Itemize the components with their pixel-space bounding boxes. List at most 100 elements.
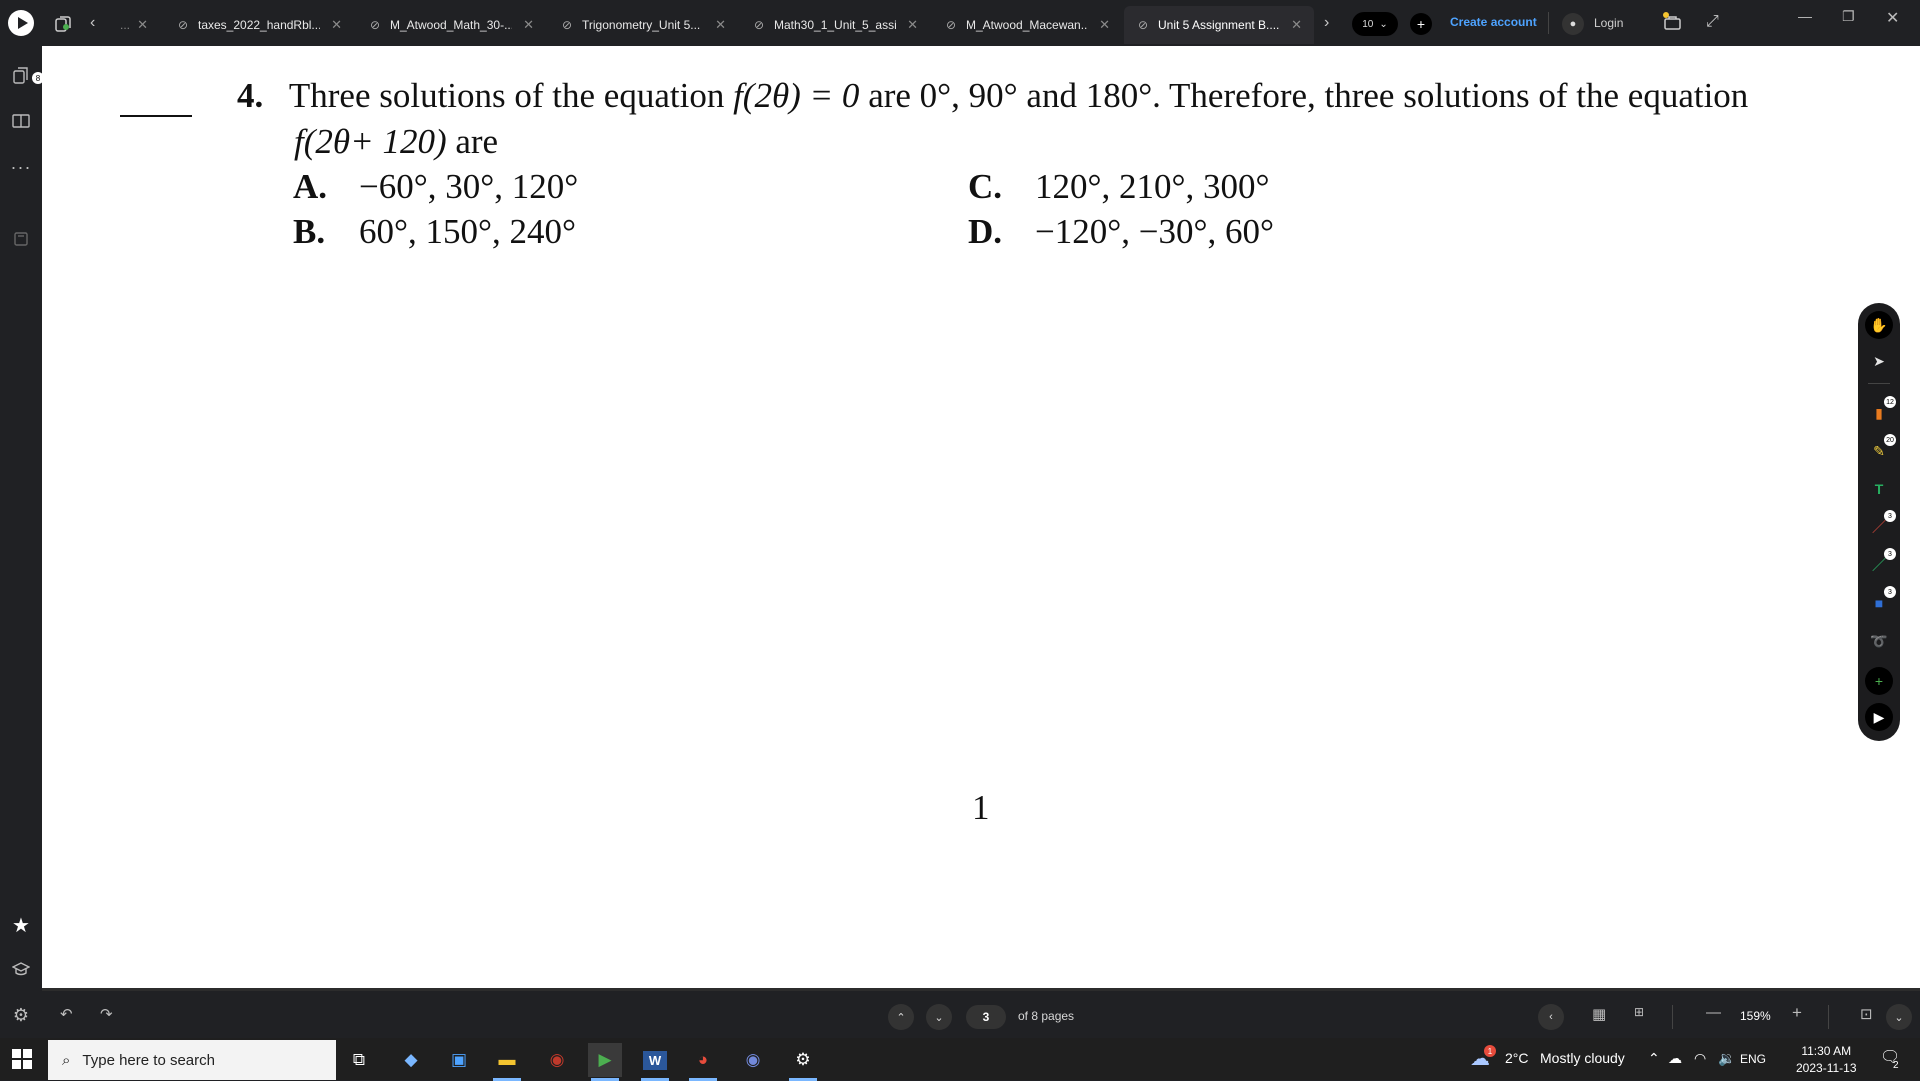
- star-icon[interactable]: ★: [8, 912, 34, 938]
- text-tool-icon[interactable]: T: [1865, 475, 1893, 503]
- close-icon[interactable]: ✕: [907, 17, 918, 33]
- tab-scroll-left-icon[interactable]: ‹: [90, 14, 95, 32]
- restore-icon[interactable]: ❐: [1842, 8, 1855, 25]
- option-d-letter: D.: [968, 212, 1003, 251]
- system-clock[interactable]: 11:30 AM 2023-11-13: [1796, 1043, 1857, 1077]
- tray-chevron-up-icon[interactable]: ⌃: [1648, 1050, 1660, 1067]
- task-view-icon[interactable]: ⧉: [342, 1043, 376, 1077]
- more-icon[interactable]: ···: [8, 154, 34, 180]
- login-link[interactable]: Login: [1594, 16, 1623, 30]
- expand-icon[interactable]: ⤢: [1706, 13, 1719, 31]
- hand-tool-icon[interactable]: ✋: [1865, 311, 1893, 339]
- weather-description[interactable]: Mostly cloudy: [1540, 1050, 1625, 1066]
- tab-overflow[interactable]: ... ✕: [108, 6, 160, 44]
- onedrive-icon[interactable]: ☁: [1668, 1050, 1682, 1067]
- zoom-out-icon[interactable]: —: [1706, 1004, 1721, 1021]
- next-page-button[interactable]: ⌄: [926, 1004, 952, 1030]
- toolbar-divider: [1868, 383, 1890, 384]
- discord-icon[interactable]: ◉: [736, 1043, 770, 1077]
- app-logo-icon[interactable]: [8, 10, 34, 36]
- new-tab-button[interactable]: +: [1410, 13, 1432, 35]
- tab-math30-unit5[interactable]: ⊘ Math30_1_Unit_5_assi... ✕: [740, 6, 930, 44]
- settings-app-icon[interactable]: ⚙: [786, 1043, 820, 1081]
- tab-label: taxes_2022_handRbl...: [198, 18, 320, 32]
- pages-icon[interactable]: 8: [8, 62, 44, 88]
- volume-icon[interactable]: 🔉: [1718, 1050, 1735, 1067]
- tab-bar: ‹ ... ✕ ⊘ taxes_2022_handRbl... ✕ ⊘ M_At…: [0, 0, 1920, 46]
- cloud-link-icon: ⊘: [945, 18, 957, 32]
- highlighter-count: 20: [1884, 434, 1896, 446]
- chrome-icon[interactable]: ◕: [686, 1043, 720, 1081]
- highlighter-icon[interactable]: ✎ 20: [1865, 434, 1896, 465]
- tab-label: M_Atwood_Macewan...: [966, 18, 1088, 32]
- green-pen-icon[interactable]: ／ 3: [1865, 548, 1896, 579]
- windows-start-icon[interactable]: [12, 1049, 32, 1069]
- cloud-link-icon: ⊘: [369, 18, 381, 32]
- fit-page-icon[interactable]: ⊡: [1860, 1005, 1873, 1023]
- add-tool-icon[interactable]: +: [1865, 667, 1893, 695]
- red-pen-icon[interactable]: ／ 3: [1865, 510, 1896, 541]
- app-icon-2[interactable]: ▣: [442, 1043, 476, 1077]
- option-d-text: −120°, −30°, 60°: [1035, 212, 1274, 251]
- tab-atwood-math[interactable]: ⊘ M_Atwood_Math_30-... ✕: [356, 6, 546, 44]
- cloud-link-icon: ⊘: [753, 18, 765, 32]
- book-icon[interactable]: [8, 108, 34, 134]
- tab-scroll-right-icon[interactable]: ›: [1324, 14, 1329, 32]
- tab-taxes-2022[interactable]: ⊘ taxes_2022_handRbl... ✕: [164, 6, 354, 44]
- previous-page-button[interactable]: ⌃: [888, 1004, 914, 1030]
- app-tool-icon[interactable]: ▶: [1865, 703, 1893, 731]
- collapse-left-button[interactable]: ‹: [1538, 1004, 1564, 1030]
- close-icon[interactable]: ✕: [331, 17, 342, 33]
- library-icon[interactable]: [52, 13, 74, 35]
- lasso-icon[interactable]: ➰: [1865, 627, 1893, 655]
- save-icon[interactable]: [8, 226, 34, 252]
- stamp-icon[interactable]: ▮ 12: [1865, 396, 1896, 427]
- app-icon-1[interactable]: ◆: [394, 1043, 428, 1077]
- layout-icon[interactable]: ⊞: [1634, 1005, 1644, 1019]
- close-icon[interactable]: ✕: [523, 17, 534, 33]
- user-icon[interactable]: ●: [1562, 13, 1584, 35]
- close-icon[interactable]: ✕: [137, 17, 148, 33]
- file-explorer-icon[interactable]: ▬: [490, 1043, 524, 1081]
- option-b-text: 60°, 150°, 240°: [359, 212, 576, 251]
- view-options-dropdown[interactable]: ⌄: [1886, 1004, 1912, 1030]
- education-icon[interactable]: [8, 956, 34, 982]
- language-indicator[interactable]: ENG: [1740, 1052, 1766, 1066]
- wifi-icon[interactable]: ◠: [1694, 1050, 1706, 1067]
- tab-trigonometry-unit5[interactable]: ⊘ Trigonometry_Unit 5... ✕: [548, 6, 738, 44]
- create-account-link[interactable]: Create account: [1450, 15, 1537, 29]
- stamp-count: 12: [1884, 396, 1896, 408]
- pdf-reader-icon[interactable]: ▶: [588, 1043, 622, 1081]
- tab-unit5-assignment[interactable]: ⊘ Unit 5 Assignment B.... ✕: [1124, 6, 1314, 44]
- grid-view-icon[interactable]: ▦: [1592, 1005, 1606, 1023]
- close-icon[interactable]: ✕: [715, 17, 726, 33]
- divider: [1548, 12, 1549, 34]
- tab-count-dropdown[interactable]: 10 ⌄: [1352, 12, 1398, 36]
- page-total-label: of 8 pages: [1018, 1009, 1075, 1023]
- settings-icon[interactable]: ⚙: [8, 1002, 34, 1028]
- tab-atwood-macewan[interactable]: ⊘ M_Atwood_Macewan... ✕: [932, 6, 1122, 44]
- tab-label: Math30_1_Unit_5_assi...: [774, 18, 896, 32]
- shape-tool-icon[interactable]: ■ 3: [1865, 586, 1896, 617]
- zoom-in-icon[interactable]: +: [1792, 1003, 1802, 1023]
- annotation-toolbar: ✋ ➤ ▮ 12 ✎ 20 T ／ 3 ／ 3 ■ 3 ➰ + ▶: [1858, 303, 1900, 741]
- close-icon[interactable]: ✕: [1099, 17, 1110, 33]
- undo-icon[interactable]: ↶: [60, 1005, 73, 1023]
- answer-blank-line: [120, 115, 192, 117]
- zoom-level[interactable]: 159%: [1740, 1009, 1771, 1023]
- word-icon[interactable]: W: [638, 1043, 672, 1081]
- select-arrow-icon[interactable]: ➤: [1865, 347, 1893, 375]
- close-window-icon[interactable]: ✕: [1886, 8, 1899, 28]
- redo-icon[interactable]: ↷: [100, 1005, 113, 1023]
- notification-count: 2: [1893, 1060, 1899, 1071]
- app-icon-4[interactable]: ◉: [540, 1043, 574, 1077]
- question-line-1: 4. Three solutions of the equation f(2θ)…: [237, 76, 1748, 116]
- close-icon[interactable]: ✕: [1291, 17, 1302, 33]
- option-c-letter: C.: [968, 167, 1003, 206]
- minimize-icon[interactable]: —: [1798, 8, 1812, 24]
- option-a-text: −60°, 30°, 120°: [359, 167, 579, 206]
- page-number-input[interactable]: 3: [966, 1005, 1006, 1029]
- taskbar-search-box[interactable]: ⌕ Type here to search: [48, 1040, 336, 1080]
- cart-icon[interactable]: [1660, 10, 1684, 34]
- weather-temp[interactable]: 2°C: [1505, 1050, 1529, 1066]
